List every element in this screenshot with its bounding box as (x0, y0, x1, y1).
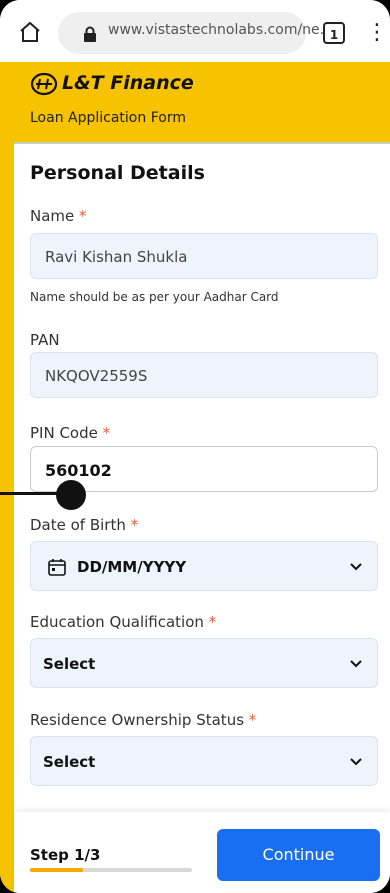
step-progress-bar (30, 868, 192, 872)
name-value: Ravi Kishan Shukla (45, 248, 188, 266)
education-label: Education Qualification * (30, 613, 216, 631)
name-label-text: Name (30, 207, 75, 225)
date-of-birth-select[interactable]: DD/MM/YYYY (30, 541, 378, 591)
chevron-down-icon (350, 758, 362, 766)
calendar-icon (48, 559, 66, 576)
required-marker: * (208, 613, 217, 631)
lt-logo-icon (30, 72, 58, 96)
required-marker: * (248, 711, 257, 729)
dob-label: Date of Birth * (30, 516, 138, 534)
required-marker: * (130, 516, 139, 534)
brand-name: L&T Finance (62, 72, 194, 94)
chevron-down-icon (350, 660, 362, 668)
pointer-dot (56, 480, 86, 510)
name-field[interactable]: Ravi Kishan Shukla (30, 233, 378, 279)
dob-label-text: Date of Birth (30, 516, 126, 534)
education-label-text: Education Qualification (30, 613, 204, 631)
pin-code-value: 560102 (45, 461, 112, 480)
name-label: Name * (30, 207, 87, 225)
required-marker: * (79, 207, 87, 225)
brand-header: L&T Finance Loan Application Form (0, 62, 390, 142)
tab-switcher-button[interactable]: 1 (323, 22, 345, 44)
url-text[interactable]: www.vistastechnolabs.com/ne. (108, 22, 324, 38)
browser-toolbar: www.vistastechnolabs.com/ne. 1 ⋮ (0, 0, 390, 62)
phone-screen: www.vistastechnolabs.com/ne. 1 ⋮ L&T Fin… (0, 0, 390, 893)
residence-value: Select (43, 753, 96, 771)
pan-label: PAN (30, 331, 60, 349)
pin-label: PIN Code * (30, 424, 110, 442)
step-progress-fill (30, 868, 84, 872)
residence-status-select[interactable]: Select (30, 736, 378, 786)
pointer-line (0, 492, 60, 495)
home-icon[interactable] (18, 20, 42, 44)
pan-label-text: PAN (30, 331, 60, 349)
header-divider (14, 142, 390, 144)
residence-label-text: Residence Ownership Status (30, 711, 245, 729)
pan-value: NKQOV2559S (45, 367, 148, 385)
section-title: Personal Details (30, 162, 205, 184)
form-subtitle: Loan Application Form (30, 110, 186, 126)
pan-field[interactable]: NKQOV2559S (30, 352, 378, 398)
pin-label-text: PIN Code (30, 424, 98, 442)
name-hint: Name should be as per your Aadhar Card (30, 290, 279, 304)
continue-button[interactable]: Continue (217, 829, 380, 881)
education-value: Select (43, 655, 96, 673)
dob-placeholder: DD/MM/YYYY (77, 558, 187, 576)
required-marker: * (102, 424, 111, 442)
chevron-down-icon (350, 563, 362, 571)
left-accent-strip (0, 142, 14, 893)
residence-label: Residence Ownership Status * (30, 711, 256, 729)
education-select[interactable]: Select (30, 638, 378, 688)
more-vert-icon[interactable]: ⋮ (366, 22, 388, 44)
step-indicator: Step 1/3 (30, 846, 101, 864)
lock-icon (84, 26, 96, 42)
